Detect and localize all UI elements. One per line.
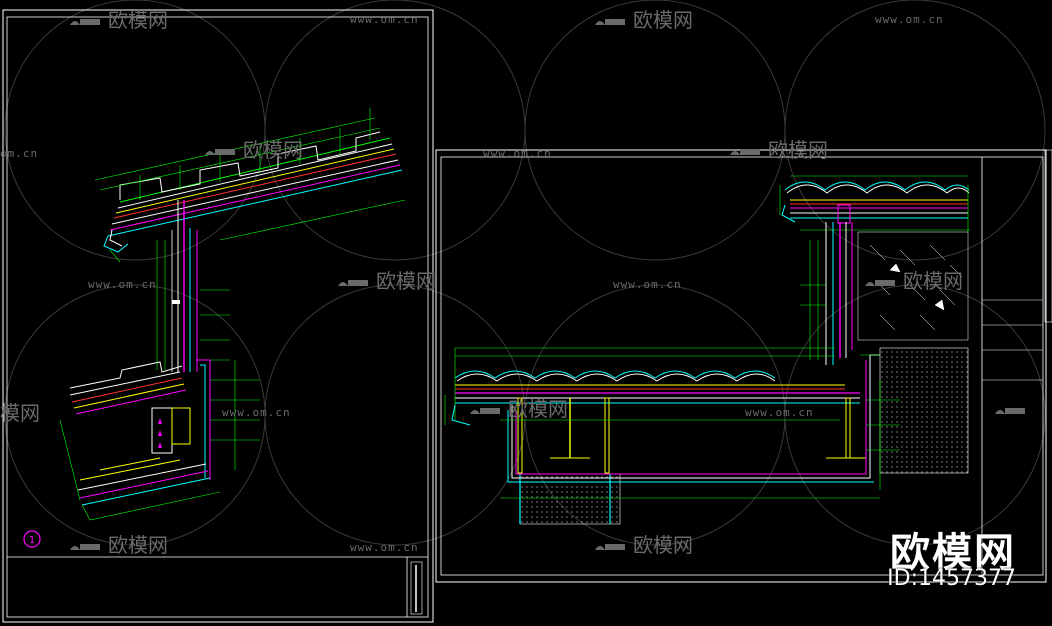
right-sheet	[435, 149, 1052, 583]
watermark-logo-text: 欧模网	[243, 138, 303, 162]
watermark-logo-text: 欧模网	[768, 138, 828, 162]
upper-roof-detail	[94, 108, 406, 263]
section-marker-number: 1	[29, 535, 35, 546]
watermark-url: www.om.cn	[745, 406, 814, 419]
left-sheet: 1	[2, 9, 434, 623]
upper-roof-section	[779, 175, 970, 232]
vertical-wall-section	[800, 222, 853, 365]
watermark-logo-text: 欧模网	[633, 533, 693, 557]
watermark-url: www.om.cn	[483, 147, 552, 160]
lower-roof-section	[444, 347, 900, 499]
watermark-url: www.om.cn	[875, 13, 944, 26]
left-sheet-outer-frame	[2, 9, 434, 623]
watermark-url-partial: om.cn	[0, 147, 38, 160]
watermark-url: www.om.cn	[350, 13, 419, 26]
watermark-url: www.om.cn	[350, 541, 419, 554]
watermark-logo-text: 欧模网	[903, 269, 963, 293]
left-sheet-inner-frame	[6, 16, 429, 618]
watermark-logo-text: 欧模网	[108, 533, 168, 557]
dotted-fill-right	[519, 347, 969, 525]
brand-watermark-id: ID:1457377	[887, 566, 1016, 591]
watermark-url: www.om.cn	[613, 278, 682, 291]
vertical-wall-detail	[156, 200, 230, 372]
watermark-logo-text: 欧模网	[376, 269, 436, 293]
watermark-url: www.om.cn	[88, 278, 157, 291]
watermark-logo-partial: 模网	[0, 401, 40, 425]
lower-roof-detail	[59, 359, 260, 521]
watermark-url: www.om.cn	[222, 406, 291, 419]
watermark-logo-text: 欧模网	[108, 8, 168, 32]
watermark-logo-text: 欧模网	[508, 397, 568, 421]
watermark-logo-text: 欧模网	[633, 8, 693, 32]
